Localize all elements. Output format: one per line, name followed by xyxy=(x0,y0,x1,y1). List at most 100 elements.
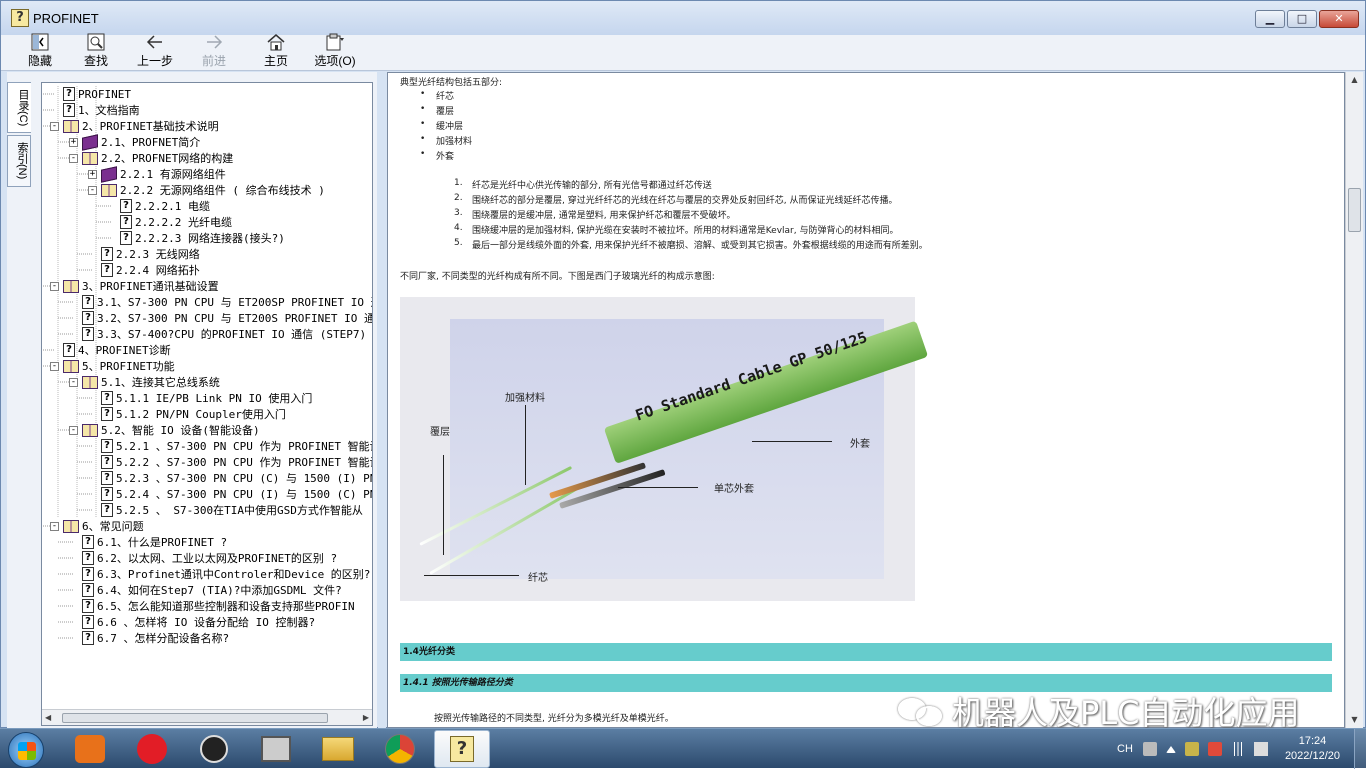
tab-contents[interactable]: 目录(C) xyxy=(7,82,31,134)
tree-item[interactable]: ? 2.2.4 网络拓扑 xyxy=(88,262,200,278)
collapse-icon[interactable]: - xyxy=(50,361,59,371)
taskbar-app-feather[interactable] xyxy=(186,730,242,768)
tree-item[interactable]: ? 5.2.1 、S7-300 PN CPU 作为 PROFINET 智能设 xyxy=(88,438,372,454)
collapse-icon[interactable]: - xyxy=(69,425,78,435)
taskbar-app-orangehouse[interactable] xyxy=(62,730,118,768)
pane-splitter[interactable] xyxy=(378,72,386,728)
close-button[interactable]: ✕ xyxy=(1319,10,1359,28)
collapse-icon[interactable]: - xyxy=(69,153,78,163)
help-topic-icon: ? xyxy=(82,535,94,549)
tree-item[interactable]: ? 6.7 、怎样分配设备名称? xyxy=(69,630,229,646)
tree-item[interactable]: ? 5.1.1 IE/PB Link PN IO 使用入门 xyxy=(88,390,312,406)
scroll-thumb[interactable] xyxy=(62,713,328,723)
numbered-item: 围绕缓冲层的是加强材料, 保护光缆在安装时不被拉坏。所用的材料通常是Kevlar… xyxy=(472,226,899,236)
hide-label: 隐藏 xyxy=(27,54,52,68)
system-tray: CH 17:24 2022/12/20 xyxy=(1117,729,1366,769)
collapse-icon[interactable]: - xyxy=(50,521,59,531)
collapse-icon[interactable]: - xyxy=(69,377,78,387)
tree-item[interactable]: ? 5.2.2 、S7-300 PN CPU 作为 PROFINET 智能设 xyxy=(88,454,372,470)
taskbar-app-help-viewer[interactable]: ? xyxy=(434,730,490,768)
tree-item[interactable]: - 5.2、智能 IO 设备(智能设备) xyxy=(69,422,260,438)
tree-horizontal-scrollbar[interactable]: ◀ ▶ xyxy=(42,709,372,725)
minimize-button[interactable]: ▁ xyxy=(1255,10,1285,28)
tree-item[interactable]: ? 6.1、什么是PROFINET ? xyxy=(69,534,227,550)
taskbar-app-netease-music[interactable] xyxy=(124,730,180,768)
content-scroll-thumb[interactable] xyxy=(1348,188,1361,232)
taskbar-app-film[interactable] xyxy=(248,730,304,768)
options-button[interactable]: 选项(O) xyxy=(305,33,365,71)
tree-item[interactable]: ? 5.2.5 、 S7-300在TIA中使用GSD方式作智能从 xyxy=(88,502,363,518)
hide-button[interactable]: 隐藏 xyxy=(13,33,67,71)
network-signal-icon[interactable] xyxy=(1230,742,1245,756)
content-vertical-scrollbar[interactable]: ▲ ▼ xyxy=(1345,72,1363,728)
tree-item[interactable]: - 2、PROFINET基础技术说明 xyxy=(50,118,219,134)
find-button[interactable]: 查找 xyxy=(69,33,123,71)
title-bar[interactable]: ? PROFINET ▁ □ ✕ xyxy=(1,1,1365,35)
back-label: 上一步 xyxy=(136,54,173,68)
scroll-right-arrow-icon[interactable]: ▶ xyxy=(363,713,369,722)
tree-item[interactable]: +2.1、PROFNET简介 xyxy=(69,133,200,151)
clock[interactable]: 17:24 2022/12/20 xyxy=(1285,734,1340,764)
tree-item[interactable]: ? 2.2.2.1 电缆 xyxy=(107,198,210,214)
bullet-dot-icon: • xyxy=(420,104,426,114)
expand-icon[interactable]: + xyxy=(88,169,97,179)
start-button[interactable] xyxy=(8,732,44,768)
tree-item[interactable]: - 3、PROFINET通讯基础设置 xyxy=(50,278,219,294)
tree-item[interactable]: ? PROFINET xyxy=(50,86,131,102)
tree-item[interactable]: ? 6.6 、怎样将 IO 设备分配给 IO 控制器? xyxy=(69,614,315,630)
tree-item[interactable]: ? 6.5、怎么能知道那些控制器和设备支持那些PROFIN xyxy=(69,598,355,614)
tree-item[interactable]: - 2.2.2 无源网络组件 ( 综合布线技术 ) xyxy=(88,182,325,198)
action-center-icon[interactable] xyxy=(1207,742,1222,756)
tree-item-label: 2.2.1 有源网络组件 xyxy=(120,168,226,181)
taskbar-app-file-explorer[interactable] xyxy=(310,730,366,768)
tree-item[interactable]: - 2.2、PROFNET网络的构建 xyxy=(69,150,233,166)
tree-item[interactable]: ? 2.2.2.3 网络连接器(接头?) xyxy=(107,230,285,246)
help-topic-icon: ? xyxy=(82,631,94,645)
input-language[interactable]: CH xyxy=(1117,743,1133,755)
taskbar-app-chrome[interactable] xyxy=(372,730,428,768)
tree-item[interactable]: - 6、常见问题 xyxy=(50,518,144,534)
tree-item[interactable]: ? 6.3、Profinet通讯中Controler和Device 的区别? xyxy=(69,566,370,582)
tree-item[interactable]: ? 3.1、S7-300 PN CPU 与 ET200SP PROFINET IO… xyxy=(69,294,372,310)
tree-item[interactable]: ? 2.2.3 无线网络 xyxy=(88,246,200,262)
tree-item[interactable]: ? 4、PROFINET诊断 xyxy=(50,342,171,358)
show-desktop-button[interactable] xyxy=(1354,729,1366,769)
help-topic-icon: ? xyxy=(82,551,94,565)
scroll-down-arrow-icon[interactable]: ▼ xyxy=(1346,712,1363,728)
tree-item[interactable]: ? 5.2.3 、S7-300 PN CPU (C) 与 1500 (I) PN xyxy=(88,470,372,486)
numbered-item: 纤芯是光纤中心供光传输的部分, 所有光信号都通过纤芯传送 xyxy=(472,181,712,191)
volume-icon[interactable] xyxy=(1253,742,1268,756)
maximize-button[interactable]: □ xyxy=(1287,10,1317,28)
tree-item[interactable]: ? 5.2.4 、S7-300 PN CPU (I) 与 1500 (C) PN xyxy=(88,486,372,502)
help-topic-icon: ? xyxy=(82,583,94,597)
tree-item[interactable]: ? 2.2.2.2 光纤电缆 xyxy=(107,214,232,230)
orangehouse-icon xyxy=(75,735,105,763)
tree-item[interactable]: ? 6.4、如何在Step7 (TIA)?中添加GSDML 文件? xyxy=(69,582,342,598)
scroll-up-arrow-icon[interactable]: ▲ xyxy=(1346,72,1363,88)
fiber-cable-figure: FO Standard Cable GP 50/125 加强材料 覆层 外套 单… xyxy=(400,297,929,601)
tree-item[interactable]: - 5、PROFINET功能 xyxy=(50,358,175,374)
forward-button[interactable]: 前进 xyxy=(187,35,241,71)
expand-icon[interactable]: + xyxy=(69,137,78,147)
keyboard-icon[interactable] xyxy=(1142,742,1157,756)
tree-item[interactable]: - 5.1、连接其它总线系统 xyxy=(69,374,220,390)
back-button[interactable]: 上一步 xyxy=(125,35,185,71)
show-hidden-icons-icon[interactable] xyxy=(1165,745,1176,753)
tab-index[interactable]: 索引(N) xyxy=(7,135,31,187)
list-number: 4. xyxy=(454,223,463,233)
tree-item[interactable]: ? 3.3、S7-400?CPU 的PROFINET IO 通信 (STEP7) xyxy=(69,326,366,342)
help-topic-icon: ? xyxy=(82,311,94,325)
tree-item[interactable]: ? 6.2、以太网、工业以太网及PROFINET的区别 ? xyxy=(69,550,337,566)
tree-item[interactable]: +2.2.1 有源网络组件 xyxy=(88,165,226,183)
tray-app-icon[interactable] xyxy=(1184,742,1199,756)
back-arrow-icon xyxy=(145,33,165,51)
tree-item[interactable]: ? 3.2、S7-300 PN CPU 与 ET200S PROFINET IO … xyxy=(69,310,372,326)
home-button[interactable]: 主页 xyxy=(249,34,303,71)
tree-item[interactable]: ? 1、文档指南 xyxy=(50,102,140,118)
scroll-left-arrow-icon[interactable]: ◀ xyxy=(45,713,51,722)
label-cladding: 覆层 xyxy=(430,427,450,438)
collapse-icon[interactable]: - xyxy=(50,121,59,131)
collapse-icon[interactable]: - xyxy=(88,185,97,195)
collapse-icon[interactable]: - xyxy=(50,281,59,291)
tree-item[interactable]: ? 5.1.2 PN/PN Coupler使用入门 xyxy=(88,406,286,422)
